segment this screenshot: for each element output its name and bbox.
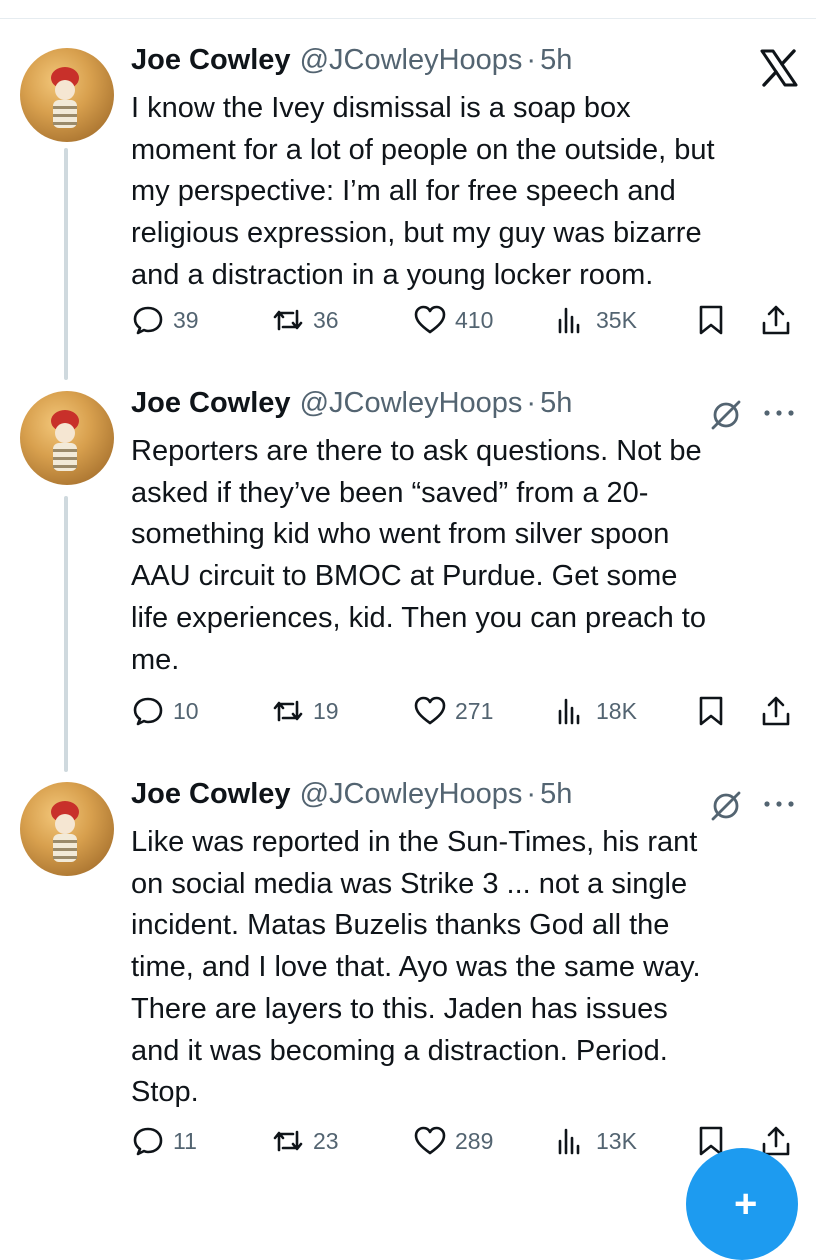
separator-dot: · (526, 778, 537, 810)
bookmark-button[interactable] (694, 694, 728, 728)
reply-button[interactable]: 10 (131, 694, 199, 728)
like-count: 289 (455, 1127, 494, 1154)
views-icon (558, 1128, 580, 1155)
heart-icon (414, 305, 446, 334)
heart-icon (414, 696, 446, 725)
thread-line (64, 496, 68, 772)
tweet-header: Joe Cowley @JCowleyHoops · 5h (131, 387, 572, 427)
avatar[interactable] (20, 782, 114, 876)
repost-count: 19 (313, 697, 339, 724)
tweet-text: Like was reported in the Sun-Times, his … (131, 826, 701, 1109)
bookmark-button[interactable] (694, 303, 728, 337)
more-icon[interactable] (763, 800, 795, 808)
reply-icon (133, 306, 163, 335)
timestamp[interactable]: 5h (540, 778, 572, 811)
separator-dot: · (526, 44, 537, 76)
views-button[interactable]: 35K (554, 303, 637, 337)
grok-icon[interactable] (708, 788, 744, 824)
heart-icon (414, 1126, 446, 1155)
action-bar: 11 23 289 13K (131, 1124, 801, 1164)
like-button[interactable]: 289 (413, 1124, 493, 1158)
share-button[interactable] (759, 694, 793, 728)
grok-icon[interactable] (708, 397, 744, 433)
views-count: 18K (596, 697, 637, 724)
author-name[interactable]: Joe Cowley (131, 44, 291, 77)
views-button[interactable]: 13K (554, 1124, 637, 1158)
repost-icon (273, 700, 303, 722)
timestamp[interactable]: 5h (540, 387, 572, 420)
share-icon (762, 305, 790, 335)
repost-icon (273, 309, 303, 331)
reply-count: 39 (173, 306, 199, 333)
repost-button[interactable]: 36 (271, 303, 339, 337)
reply-button[interactable]: 39 (131, 303, 199, 337)
tweet-header: Joe Cowley @JCowleyHoops · 5h (131, 44, 572, 84)
bookmark-icon (699, 696, 723, 726)
compose-button[interactable]: + (686, 1148, 798, 1260)
avatar[interactable] (20, 391, 114, 485)
share-button[interactable] (759, 303, 793, 337)
views-icon (558, 698, 580, 725)
tweet-header: Joe Cowley @JCowleyHoops · 5h (131, 778, 572, 818)
bookmark-icon (699, 305, 723, 335)
views-count: 35K (596, 306, 637, 333)
action-bar: 10 19 271 18K (131, 694, 801, 734)
avatar[interactable] (20, 48, 114, 142)
action-bar: 39 36 410 35K (131, 303, 801, 343)
author-handle[interactable]: @JCowleyHoops (300, 44, 523, 77)
repost-count: 23 (313, 1127, 339, 1154)
views-count: 13K (596, 1127, 637, 1154)
share-icon (762, 696, 790, 726)
repost-icon (273, 1130, 303, 1152)
repost-button[interactable]: 19 (271, 694, 339, 728)
reply-icon (133, 697, 163, 726)
plus-icon: + (734, 1182, 758, 1226)
views-icon (558, 307, 580, 334)
timestamp[interactable]: 5h (540, 44, 572, 77)
like-count: 271 (455, 697, 494, 724)
author-name[interactable]: Joe Cowley (131, 778, 291, 811)
thread-line (64, 148, 68, 380)
like-button[interactable]: 271 (413, 694, 493, 728)
like-button[interactable]: 410 (413, 303, 493, 337)
author-handle[interactable]: @JCowleyHoops (300, 387, 523, 420)
author-name[interactable]: Joe Cowley (131, 387, 291, 420)
tweet-text: Reporters are there to ask questions. No… (131, 435, 706, 676)
author-handle[interactable]: @JCowleyHoops (300, 778, 523, 811)
top-divider (0, 0, 816, 19)
reply-count: 10 (173, 697, 199, 724)
repost-count: 36 (313, 306, 339, 333)
tweet-text: I know the Ivey dismissal is a soap box … (131, 92, 715, 291)
reply-count: 11 (173, 1127, 197, 1154)
reply-button[interactable]: 11 (131, 1124, 197, 1158)
like-count: 410 (455, 306, 494, 333)
views-button[interactable]: 18K (554, 694, 637, 728)
reply-icon (133, 1127, 163, 1156)
x-logo-icon[interactable] (759, 48, 799, 88)
more-icon[interactable] (763, 409, 795, 417)
separator-dot: · (526, 387, 537, 419)
repost-button[interactable]: 23 (271, 1124, 339, 1158)
